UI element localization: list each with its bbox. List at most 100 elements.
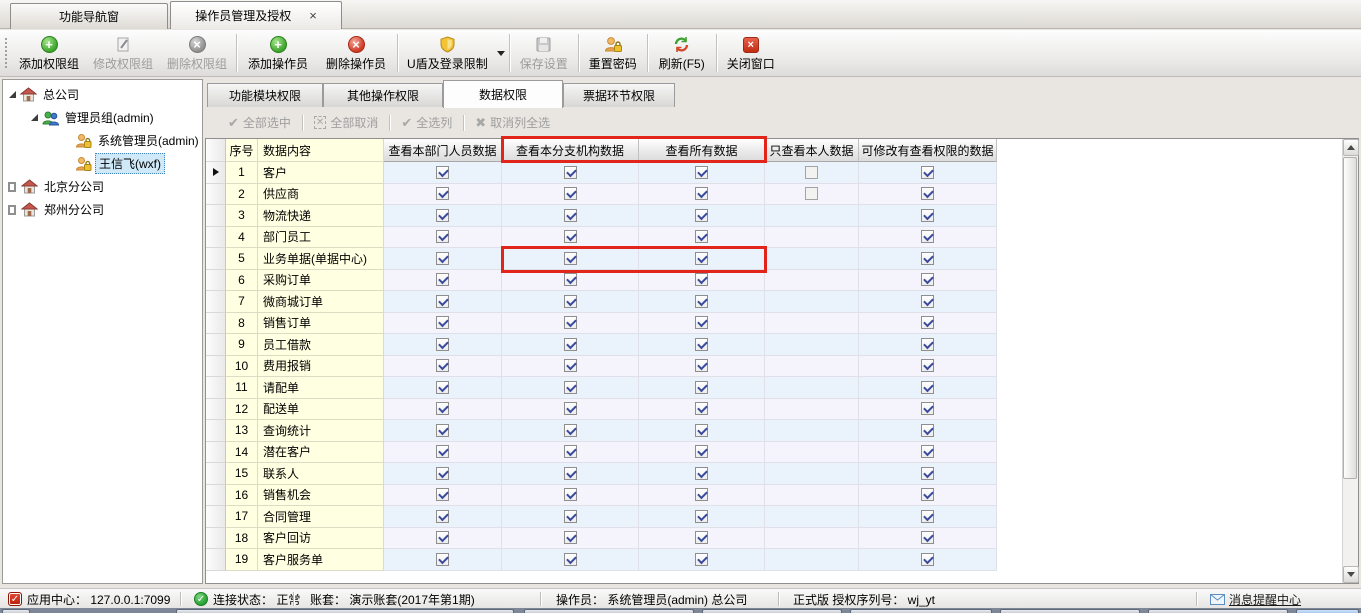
row-indicator-cell[interactable] — [206, 399, 226, 421]
permission-checkbox[interactable] — [921, 359, 934, 372]
permission-checkbox[interactable] — [921, 402, 934, 415]
table-row[interactable]: 7微商城订单 — [206, 291, 997, 313]
permission-checkbox[interactable] — [436, 488, 449, 501]
permission-checkbox[interactable] — [436, 316, 449, 329]
permission-checkbox[interactable] — [695, 295, 708, 308]
permission-checkbox[interactable] — [436, 187, 449, 200]
permission-checkbox[interactable] — [921, 467, 934, 480]
table-row[interactable]: 1客户 — [206, 162, 997, 184]
permission-checkbox[interactable] — [921, 316, 934, 329]
message-center-link[interactable]: 消息提醒中心 — [1210, 589, 1301, 609]
row-indicator-cell[interactable] — [206, 420, 226, 442]
permission-checkbox[interactable] — [564, 467, 577, 480]
permission-checkbox[interactable] — [921, 209, 934, 222]
table-row[interactable]: 13查询统计 — [206, 420, 997, 442]
table-row[interactable]: 11请配单 — [206, 377, 997, 399]
permission-checkbox[interactable] — [921, 553, 934, 566]
permission-checkbox[interactable] — [564, 252, 577, 265]
permission-checkbox[interactable] — [436, 445, 449, 458]
taskbar-item[interactable] — [702, 609, 842, 613]
scrollbar-thumb[interactable] — [1343, 157, 1357, 479]
permission-checkbox[interactable] — [695, 209, 708, 222]
permission-checkbox[interactable] — [921, 230, 934, 243]
column-header-all-data[interactable]: 查看所有数据 — [639, 139, 765, 162]
permission-checkbox[interactable] — [564, 166, 577, 179]
permission-checkbox[interactable] — [695, 510, 708, 523]
permission-checkbox[interactable] — [436, 230, 449, 243]
row-indicator-cell[interactable] — [206, 463, 226, 485]
tab-module-permission[interactable]: 功能模块权限 — [207, 83, 323, 107]
toolbar-grip[interactable] — [3, 36, 10, 70]
scroll-up-button[interactable] — [1343, 139, 1359, 156]
row-indicator-cell[interactable] — [206, 313, 226, 335]
permission-checkbox[interactable] — [695, 381, 708, 394]
column-header-content[interactable]: 数据内容 — [258, 139, 384, 162]
permission-checkbox[interactable] — [436, 166, 449, 179]
taskbar-item[interactable] — [1148, 609, 1288, 613]
table-row[interactable]: 6采购订单 — [206, 270, 997, 292]
permission-checkbox[interactable] — [564, 510, 577, 523]
tree-node-head-office[interactable]: 总公司 — [9, 84, 82, 105]
table-row[interactable]: 18客户回访 — [206, 528, 997, 550]
permission-checkbox[interactable] — [695, 402, 708, 415]
close-window-button[interactable]: × 关闭窗口 — [719, 30, 783, 76]
row-indicator-cell[interactable] — [206, 485, 226, 507]
permission-checkbox[interactable] — [564, 445, 577, 458]
row-indicator-cell[interactable] — [206, 334, 226, 356]
expand-toggle-icon[interactable] — [9, 183, 15, 191]
permission-checkbox[interactable] — [695, 488, 708, 501]
permission-checkbox[interactable] — [436, 338, 449, 351]
permission-checkbox[interactable] — [695, 316, 708, 329]
row-indicator-cell[interactable] — [206, 227, 226, 249]
permission-checkbox[interactable] — [436, 467, 449, 480]
edit-permission-group-button[interactable]: 修改权限组 — [86, 30, 160, 76]
table-row[interactable]: 4部门员工 — [206, 227, 997, 249]
row-indicator-cell[interactable] — [206, 270, 226, 292]
permission-checkbox[interactable] — [921, 531, 934, 544]
taskbar-item[interactable] — [176, 609, 514, 613]
permission-checkbox[interactable] — [436, 381, 449, 394]
tab-other-operation-permission[interactable]: 其他操作权限 — [323, 83, 443, 107]
permission-checkbox[interactable] — [436, 510, 449, 523]
add-operator-button[interactable]: + 添加操作员 — [239, 30, 317, 76]
permission-checkbox[interactable] — [564, 273, 577, 286]
tree-node-zhengzhou-branch[interactable]: 郑州分公司 — [9, 199, 107, 220]
ushield-dropdown-icon[interactable] — [497, 51, 505, 56]
permission-checkbox[interactable] — [564, 553, 577, 566]
reset-password-button[interactable]: 重置密码 — [581, 30, 645, 76]
permission-checkbox[interactable] — [436, 531, 449, 544]
delete-operator-button[interactable]: × 删除操作员 — [317, 30, 395, 76]
table-row[interactable]: 14潜在客户 — [206, 442, 997, 464]
permission-checkbox[interactable] — [695, 467, 708, 480]
permission-checkbox[interactable] — [436, 209, 449, 222]
permission-checkbox[interactable] — [921, 488, 934, 501]
permission-checkbox[interactable] — [564, 359, 577, 372]
permission-checkbox[interactable] — [564, 295, 577, 308]
permission-checkbox[interactable] — [695, 166, 708, 179]
taskbar-item[interactable] — [2, 609, 30, 613]
permission-checkbox[interactable] — [436, 553, 449, 566]
permission-checkbox[interactable] — [921, 424, 934, 437]
column-header-branch-data[interactable]: 查看本分支机构数据 — [502, 139, 639, 162]
row-indicator-cell[interactable] — [206, 377, 226, 399]
column-header-self-data[interactable]: 只查看本人数据 — [765, 139, 859, 162]
permission-checkbox[interactable] — [921, 445, 934, 458]
permission-checkbox[interactable] — [564, 381, 577, 394]
row-indicator-cell[interactable] — [206, 442, 226, 464]
permission-checkbox[interactable] — [695, 252, 708, 265]
tree-node-wangxinfei[interactable]: 王信飞(wxf) — [71, 153, 165, 174]
table-row[interactable]: 3物流快递 — [206, 205, 997, 227]
table-row[interactable]: 2供应商 — [206, 184, 997, 206]
row-indicator-cell[interactable] — [206, 162, 226, 184]
permission-checkbox[interactable] — [695, 230, 708, 243]
permission-checkbox[interactable] — [921, 166, 934, 179]
permission-checkbox[interactable] — [436, 252, 449, 265]
tab-data-permission[interactable]: 数据权限 — [443, 80, 563, 108]
column-header-modify-data[interactable]: 可修改有查看权限的数据 — [859, 139, 997, 162]
permission-checkbox[interactable] — [805, 166, 818, 179]
table-row[interactable]: 17合同管理 — [206, 506, 997, 528]
tab-ticket-link-permission[interactable]: 票据环节权限 — [563, 83, 675, 107]
tree-node-system-admin[interactable]: 系统管理员(admin) — [71, 130, 202, 151]
table-row[interactable]: 15联系人 — [206, 463, 997, 485]
row-indicator-cell[interactable] — [206, 506, 226, 528]
